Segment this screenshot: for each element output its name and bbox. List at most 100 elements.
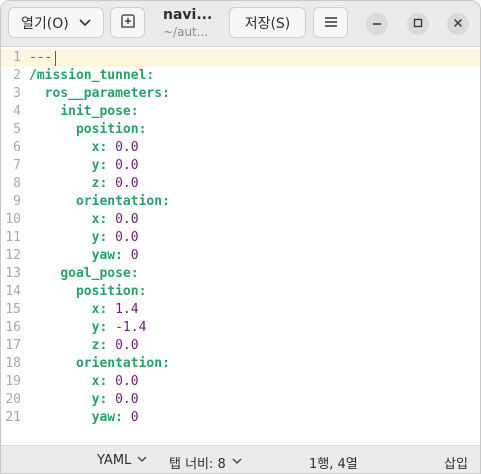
header-bar: 열기(O) navi... ~/aut... 저장(S) (1, 1, 480, 47)
line-content: y: 0.0 (29, 229, 139, 247)
editor-line[interactable]: 11 y: 0.0 (1, 229, 480, 247)
line-content: z: 0.0 (29, 175, 139, 193)
line-number: 4 (13, 104, 21, 119)
hamburger-menu-icon (324, 15, 337, 31)
editor-line[interactable]: 21 yaw: 0 (1, 409, 480, 427)
editor-line[interactable]: 14 position: (1, 283, 480, 301)
yaml-separator: : (130, 266, 139, 281)
line-content: --- (29, 49, 52, 67)
text-editor-window: 열기(O) navi... ~/aut... 저장(S) 1 --- 2 /mi… (0, 0, 481, 474)
editor-line[interactable]: 3 ros__parameters: (1, 85, 480, 103)
line-content: x: 0.0 (29, 211, 139, 229)
main-menu-button[interactable] (313, 7, 348, 38)
yaml-value: -1.4 (107, 320, 147, 335)
line-content: yaw: 0 (29, 247, 139, 265)
tab-width-label: 탭 너비: 8 (169, 457, 226, 472)
editor-line[interactable]: 2/mission_tunnel: (1, 67, 480, 85)
line-number: 5 (13, 122, 21, 137)
save-button[interactable]: 저장(S) (229, 7, 306, 38)
editor-line[interactable]: 16 y: -1.4 (1, 319, 480, 337)
yaml-value: 0.0 (107, 230, 139, 245)
editor-line[interactable]: 6 x: 0.0 (1, 139, 480, 157)
line-number: 2 (13, 68, 21, 83)
line-content: orientation: (29, 355, 170, 373)
line-content: goal_pose: (29, 265, 139, 283)
editor-line[interactable]: 8 z: 0.0 (1, 175, 480, 193)
editor-line[interactable]: 10 x: 0.0 (1, 211, 480, 229)
document-path: ~/aut... (163, 25, 209, 39)
editor-line[interactable]: 5 position: (1, 121, 480, 139)
editor-line[interactable]: 7 y: 0.0 (1, 157, 480, 175)
yaml-separator: : (138, 284, 147, 299)
editor-line[interactable]: 12 yaw: 0 (1, 247, 480, 265)
yaml-key: position (75, 122, 139, 137)
line-number: 9 (13, 194, 21, 209)
language-label: YAML (97, 453, 132, 468)
line-number: 7 (13, 158, 21, 173)
line-content: /mission_tunnel: (29, 67, 154, 85)
yaml-separator: : (162, 86, 170, 101)
yaml-separator: : (115, 248, 123, 263)
line-content: y: -1.4 (29, 319, 147, 337)
language-selector[interactable]: YAML (97, 453, 147, 468)
line-content: x: 0.0 (29, 139, 139, 157)
yaml-separator: : (115, 410, 123, 425)
line-number: 16 (5, 320, 21, 335)
open-button[interactable]: 열기(O) (8, 7, 104, 38)
line-number: 18 (5, 356, 21, 371)
text-editor-area[interactable]: 1 --- 2/mission_tunnel: 3 ros__parameters: 4… (1, 47, 480, 445)
editor-line[interactable]: 18 orientation: (1, 355, 480, 373)
open-button-label: 열기(O) (21, 15, 69, 32)
close-button[interactable] (447, 13, 469, 35)
editor-line[interactable]: 19 x: 0.0 (1, 373, 480, 391)
yaml-separator: : (130, 104, 139, 119)
editor-line[interactable]: 4 init_pose: (1, 103, 480, 121)
yaml-value: 0.0 (107, 212, 139, 227)
new-tab-button[interactable] (110, 7, 145, 38)
yaml-value: 0.0 (107, 140, 139, 155)
editor-line[interactable]: 20 y: 0.0 (1, 391, 480, 409)
line-content: z: 0.0 (29, 337, 139, 355)
yaml-value: 0.0 (107, 158, 139, 173)
line-number: 14 (5, 284, 21, 299)
document-title-block: navi... ~/aut... (163, 7, 223, 40)
cursor-position[interactable]: 1행, 4열 (309, 453, 358, 472)
editor-line[interactable]: 17 z: 0.0 (1, 337, 480, 355)
yaml-value: 1.4 (107, 302, 139, 317)
line-content: position: (29, 121, 146, 139)
cursor-position-label: 1행, 4열 (309, 457, 358, 472)
line-number: 21 (5, 410, 21, 425)
editor-line[interactable]: 15 x: 1.4 (1, 301, 480, 319)
line-number: 15 (5, 302, 21, 317)
minimize-button[interactable] (366, 13, 388, 35)
line-content: ros__parameters: (29, 85, 170, 103)
insert-mode-indicator[interactable]: 삽입 (444, 453, 468, 472)
yaml-separator: : (146, 68, 155, 83)
status-bar: YAML 탭 너비: 8 1행, 4열 삽입 (1, 445, 480, 473)
maximize-button[interactable] (407, 13, 429, 35)
text-cursor (55, 51, 56, 66)
tab-width-selector[interactable]: 탭 너비: 8 (169, 453, 242, 472)
line-number: 10 (5, 212, 21, 227)
document-title: navi... (163, 7, 213, 23)
yaml-key: init_pose (60, 104, 131, 119)
yaml-separator: : (138, 122, 147, 137)
editor-line[interactable]: 13 goal_pose: (1, 265, 480, 283)
save-button-label: 저장(S) (244, 15, 291, 32)
new-tab-icon (120, 13, 135, 32)
yaml-key: orientation (75, 356, 163, 371)
editor-line[interactable]: 1 --- (1, 49, 480, 67)
insert-mode-label: 삽입 (444, 457, 468, 472)
editor-line[interactable]: 9 orientation: (1, 193, 480, 211)
line-content: x: 1.4 (29, 301, 139, 319)
chevron-down-icon (79, 15, 91, 31)
